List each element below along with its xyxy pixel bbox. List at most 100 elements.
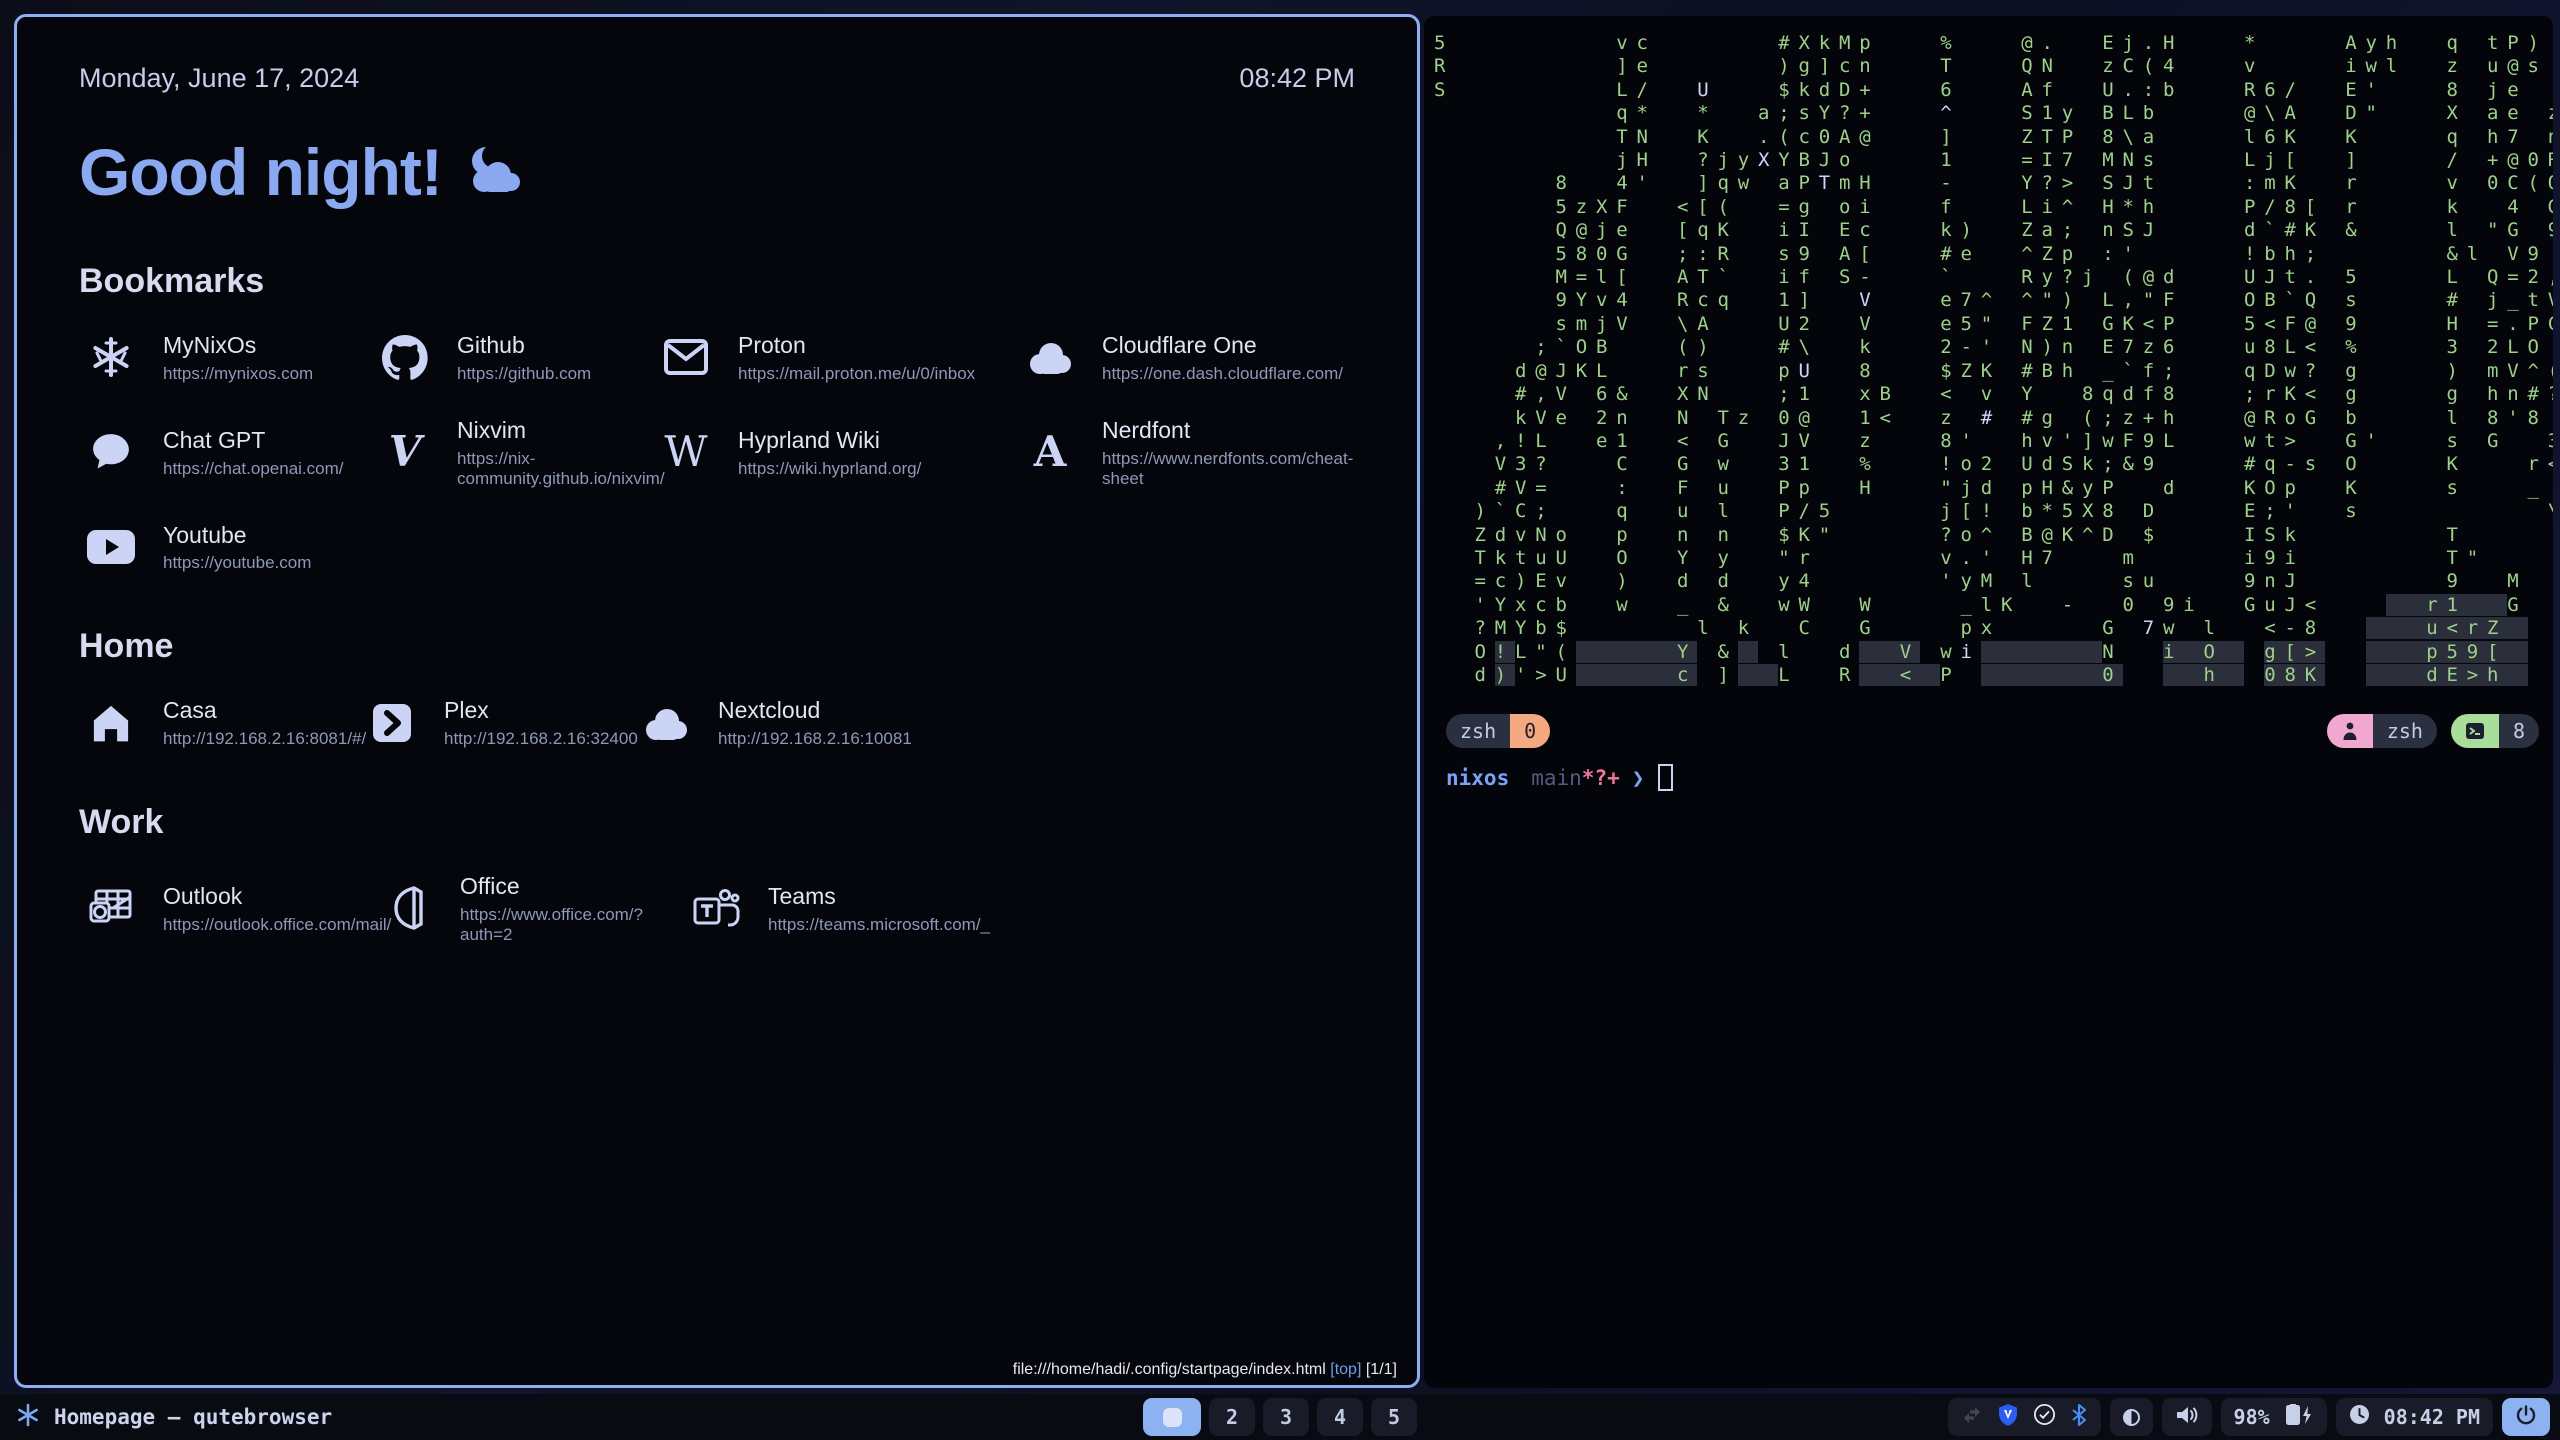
cloud-icon [640,697,692,749]
bookmark-item-office[interactable]: Officehttps://www.office.com/?auth=2 [382,872,690,945]
nixos-logo-icon [16,1403,40,1431]
bookmark-item-teams[interactable]: Teams https://teams.microsoft.com/_ [690,872,1355,945]
bookmark-text: Casahttp://192.168.2.16:8081/#/ [163,696,366,749]
system-tray-area: 98% 08:42 PM [1948,1398,2550,1436]
mail-icon [660,331,712,383]
bookmark-url: https://wiki.hyprland.org/ [738,459,921,479]
bookmark-item-casa[interactable]: Casahttp://192.168.2.16:8081/#/ [85,696,366,749]
bluetooth-icon[interactable] [2070,1403,2088,1432]
qutebrowser-window[interactable]: Monday, June 17, 2024 08:42 PM Good nigh… [14,14,1420,1388]
workspace-5[interactable]: 5 [1371,1398,1417,1436]
bookmark-title: MyNixOs [163,331,313,360]
active-window-title: Homepage — qutebrowser [54,1405,332,1429]
nixos-icon [85,331,137,383]
outlook-icon [85,882,137,934]
bookmark-text: Teams https://teams.microsoft.com/_ [768,882,990,935]
tab-zsh[interactable]: zsh 0 [1446,714,1550,748]
clock-icon [2349,1404,2370,1430]
plex-icon [366,697,418,749]
bookmark-item-nerdfont[interactable]: ANerdfonthttps://www.nerdfonts.com/cheat… [1024,416,1355,489]
workspace-3[interactable]: 3 [1263,1398,1309,1436]
moon-cloud-icon [462,134,524,210]
bookmark-url: http://192.168.2.16:32400 [444,729,638,749]
section-grid-home: Casahttp://192.168.2.16:8081/#/ Plex http:… [79,696,1355,749]
taskbar: Homepage — qutebrowser 2345 [0,1394,2560,1440]
terminal-window[interactable]: 5 vc #XkMp % @. Ej.H * Ayh q tP) R ]e )g… [1424,16,2553,1388]
bookmark-item-proton[interactable]: Protonhttps://mail.proton.me/u/0/inbox [660,331,1024,384]
time-text: 08:42 PM [1239,63,1355,94]
workspace-2[interactable]: 2 [1209,1398,1255,1436]
bookmark-title: Proton [738,331,975,360]
night-light-toggle[interactable] [2110,1398,2153,1436]
volume-icon [2175,1404,2199,1431]
shell-prompt[interactable]: nixos main *?+ ❯ [1446,764,1673,791]
bookmark-text: Cloudflare One https://one.dash.cloudflar… [1102,331,1343,384]
prompt-host: nixos [1446,766,1509,790]
bookmark-url: https://teams.microsoft.com/_ [768,915,990,935]
bookmark-item-youtube[interactable]: Youtube https://youtube.com [85,521,379,574]
vim-icon: V [379,426,431,478]
bookmark-url: https://outlook.office.com/mail/ [163,915,391,935]
bookmark-url: https://nix-community.github.io/nixvim/ [457,449,665,489]
battery-charging-icon [2284,1404,2314,1431]
user-icon [2327,714,2373,748]
bookmark-item-outlook[interactable]: Outlookhttps://outlook.office.com/mail/ [85,872,382,945]
statusbar-scroll-position: [top] [1330,1361,1361,1378]
git-status-flags: *?+ [1582,766,1620,790]
check-circle-icon[interactable] [2033,1403,2056,1431]
bookmark-text: Nextcloudhttp://192.168.2.16:10081 [718,696,912,749]
tab-name: zsh [1446,714,1510,748]
cloud-icon [1024,331,1076,383]
bookmark-title: Casa [163,696,366,725]
bookmark-item-cloudflare-one[interactable]: Cloudflare One https://one.dash.cloudflar… [1024,331,1355,384]
startpage: Monday, June 17, 2024 08:42 PM Good nigh… [17,17,1417,1385]
bookmark-title: Chat GPT [163,426,344,455]
bookmark-item-mynixos[interactable]: MyNixOshttps://mynixos.com [85,331,379,384]
section-title-work: Work [79,803,1355,842]
sync-arrows-icon[interactable] [1961,1404,1983,1431]
section-title-bookmarks: Bookmarks [79,262,1355,301]
clock-text: 08:42 PM [2384,1405,2480,1429]
bookmark-url: https://github.com [457,364,591,384]
bookmark-text: MyNixOshttps://mynixos.com [163,331,313,384]
bookmark-title: Github [457,331,591,360]
date-text: Monday, June 17, 2024 [79,63,359,94]
battery-indicator[interactable]: 98% [2221,1398,2327,1436]
bookmark-title: Teams [768,882,990,911]
workspace-4[interactable]: 4 [1317,1398,1363,1436]
session-indicator: zsh [2327,714,2437,748]
clock-widget[interactable]: 08:42 PM [2336,1398,2493,1436]
bookmark-item-nextcloud[interactable]: Nextcloudhttp://192.168.2.16:10081 [640,696,1355,749]
qutebrowser-statusbar: file:///home/hadi/.config/startpage/inde… [1013,1361,1397,1379]
bookmark-title: Cloudflare One [1102,331,1343,360]
bookmark-item-hyprland-wiki[interactable]: W Hyprland Wikihttps://wiki.hyprland.org/ [660,416,1024,489]
bookmark-url: https://chat.openai.com/ [163,459,344,479]
bookmark-item-chat-gpt[interactable]: Chat GPT https://chat.openai.com/ [85,416,379,489]
bookmark-text: Hyprland Wikihttps://wiki.hyprland.org/ [738,426,921,479]
power-button[interactable] [2502,1398,2550,1436]
bookmark-url: https://one.dash.cloudflare.com/ [1102,364,1343,384]
bookmark-text: Outlookhttps://outlook.office.com/mail/ [163,882,391,935]
shield-icon[interactable] [1997,1403,2019,1432]
bookmark-text: Chat GPT https://chat.openai.com/ [163,426,344,479]
greeting-heading: Good night! [79,134,1355,210]
font-icon: A [1024,426,1076,478]
workspace-1-active[interactable] [1143,1398,1201,1436]
bookmark-title: Youtube [163,521,311,550]
bookmark-url: https://www.nerdfonts.com/cheat-sheet [1102,449,1355,489]
text-cursor[interactable] [1658,764,1673,791]
battery-percent: 98% [2234,1405,2270,1429]
volume-control[interactable] [2162,1398,2212,1436]
bookmark-url: https://youtube.com [163,553,311,573]
section-grid-bookmarks: MyNixOshttps://mynixos.com Github https://… [79,331,1355,573]
wiki-icon: W [660,426,712,478]
bookmark-title: Nixvim [457,416,665,445]
bookmark-text: Officehttps://www.office.com/?auth=2 [460,872,690,945]
statusbar-tab-count: [1/1] [1366,1361,1397,1378]
bookmark-title: Plex [444,696,638,725]
tray-icons-group[interactable] [1948,1398,2101,1436]
bookmark-item-nixvim[interactable]: VNixvimhttps://nix-community.github.io/n… [379,416,660,489]
active-window-title-area: Homepage — qutebrowser [16,1403,332,1431]
bookmark-item-plex[interactable]: Plex http://192.168.2.16:32400 [366,696,640,749]
bookmark-item-github[interactable]: Github https://github.com [379,331,660,384]
